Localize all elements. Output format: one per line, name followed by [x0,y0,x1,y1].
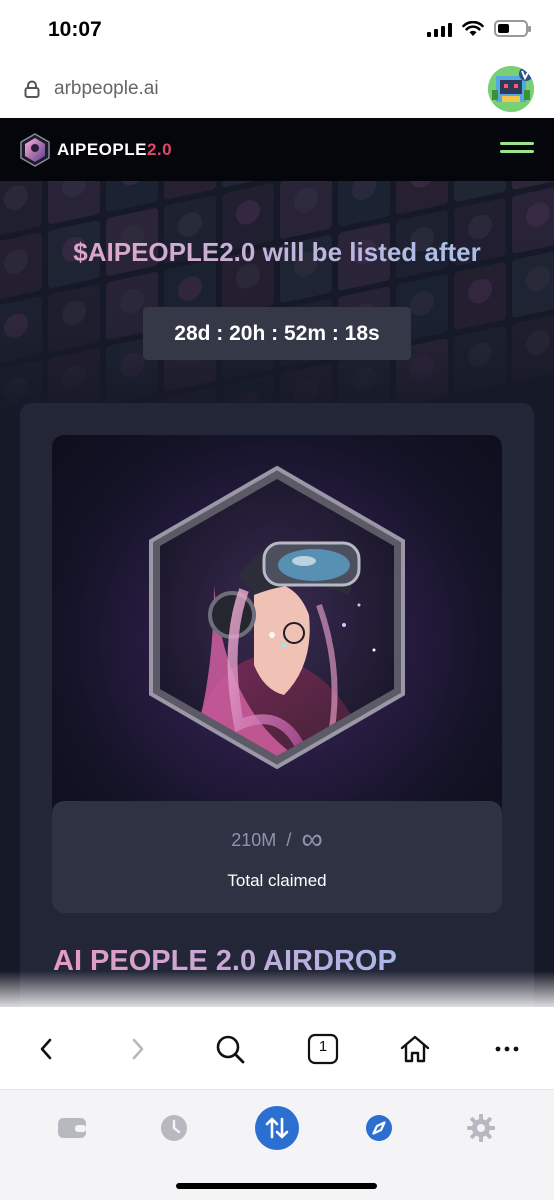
logo-icon[interactable] [20,133,50,167]
search-button[interactable] [208,1027,252,1071]
back-button[interactable] [24,1027,68,1071]
claimed-amount: 210M [231,830,277,850]
wallet-avatar[interactable] [488,66,534,112]
nft-image-panel [52,435,502,830]
search-icon [216,1035,245,1064]
home-button[interactable] [393,1027,437,1071]
infinity-symbol: ∞ [301,823,323,856]
status-bar: 10:07 [0,0,554,60]
clock-icon [161,1115,187,1141]
countdown-timer: 28d : 20h : 52m : 18s [143,307,411,360]
gear-icon [467,1114,495,1142]
nav-history[interactable] [152,1106,196,1150]
logo-accent: 2.0 [146,140,173,159]
tabs-button[interactable]: 1 [301,1027,345,1071]
hamburger-menu-icon[interactable] [500,142,534,158]
home-indicator [176,1183,377,1189]
nav-wallet[interactable] [50,1106,94,1150]
lock-icon [24,80,40,98]
claimed-stats: 210M / ∞ Total claimed [52,801,502,913]
site-header: AIPEOPLE2.0 [0,118,554,181]
claimed-separator: / [286,830,292,850]
nav-browser[interactable] [357,1106,401,1150]
chevron-right-icon [132,1038,144,1060]
nft-portrait-image [149,465,405,770]
nav-settings[interactable] [459,1106,503,1150]
home-icon [400,1035,430,1063]
swap-icon [255,1106,299,1150]
url-text[interactable]: arbpeople.ai [54,78,159,100]
more-icon [495,1046,519,1052]
chevron-left-icon [40,1038,52,1060]
status-time: 10:07 [48,18,102,41]
more-button[interactable] [485,1027,529,1071]
wallet-icon [58,1118,86,1138]
status-icons [427,20,531,37]
url-bar[interactable]: arbpeople.ai [0,60,554,118]
claimed-value: 210M / ∞ [52,823,502,857]
tab-count: 1 [318,1038,328,1055]
battery-icon [494,20,531,37]
hero-section: $AIPEOPLE2.0 will be listed after 28d : … [0,181,554,1007]
browser-toolbar: 1 [0,1007,554,1089]
claimed-label: Total claimed [227,871,327,890]
airdrop-card: 210M / ∞ Total claimed [20,403,534,1007]
compass-icon [366,1115,392,1141]
wifi-icon [462,20,484,36]
logo-text[interactable]: AIPEOPLE2.0 [57,140,172,160]
nav-swap[interactable] [255,1106,299,1150]
listing-title: $AIPEOPLE2.0 will be listed after [0,237,554,268]
pixel-avatar-icon [488,66,534,112]
logo-main: AIPEOPLE [57,140,147,159]
signal-icon [427,21,452,37]
forward-button[interactable] [116,1027,160,1071]
